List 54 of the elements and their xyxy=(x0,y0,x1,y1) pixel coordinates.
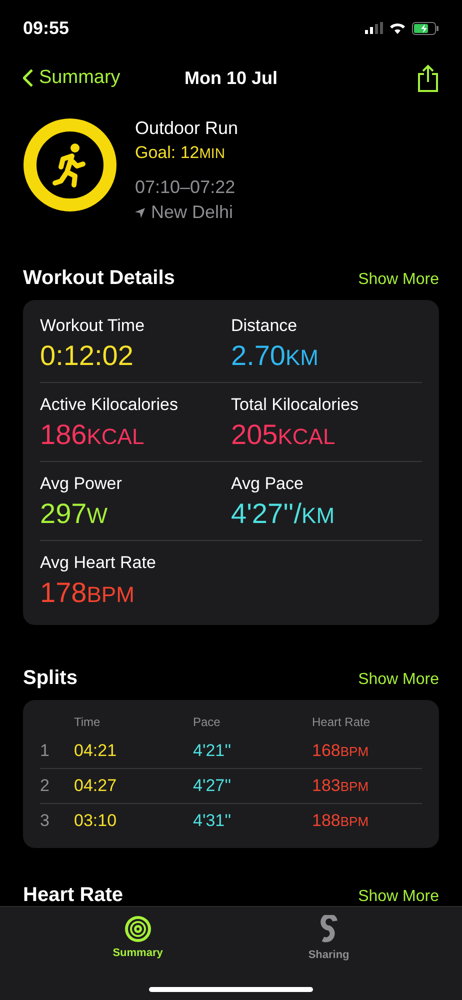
split-time: 03:10 xyxy=(74,811,118,831)
section-title: Heart Rate xyxy=(23,884,124,906)
show-more-link[interactable]: Show More xyxy=(358,671,439,689)
metric-value: 186KCAL xyxy=(40,419,146,451)
split-index: 1 xyxy=(40,741,50,761)
metric-label: Avg Pace xyxy=(231,474,304,494)
section-title: Splits xyxy=(23,667,78,690)
show-more-link[interactable]: Show More xyxy=(358,271,439,289)
metric-label: Total Kilocalories xyxy=(231,395,360,415)
split-heart-rate: 188BPM xyxy=(312,811,370,831)
metric-label: Avg Power xyxy=(40,474,123,494)
workout-goal: Goal: 12MIN xyxy=(135,143,226,163)
column-header: Time xyxy=(74,715,102,729)
metric-value: 178BPM xyxy=(40,577,136,609)
split-pace: 4'21'' xyxy=(193,741,232,761)
runner-ring-icon xyxy=(23,118,117,212)
workout-name: Outdoor Run xyxy=(135,118,238,139)
wifi-icon xyxy=(389,22,406,34)
tab[interactable]: Sharing xyxy=(288,915,370,961)
metric-value: 205KCAL xyxy=(231,419,336,451)
battery-icon xyxy=(412,22,439,34)
metric-label: Active Kilocalories xyxy=(40,395,179,415)
metric-label: Avg Heart Rate xyxy=(40,553,157,573)
location-arrow-icon xyxy=(135,208,145,218)
metric-value: 4'27''/KM xyxy=(231,498,336,530)
section-title: Workout Details xyxy=(23,267,175,290)
split-pace: 4'31'' xyxy=(193,811,232,831)
column-header: Pace xyxy=(193,715,222,729)
share-button[interactable] xyxy=(417,64,439,92)
time-range: 07:10–07:22 xyxy=(135,177,236,198)
tab[interactable]: Summary xyxy=(92,915,183,961)
metric-value: 0:12:02 xyxy=(40,340,134,372)
metric-value: 2.70KM xyxy=(231,340,320,372)
column-header: Heart Rate xyxy=(312,715,372,729)
split-time: 04:21 xyxy=(74,741,118,761)
share-icon xyxy=(417,64,439,92)
chevron-left-icon xyxy=(23,69,33,87)
status-time: 09:55 xyxy=(23,18,70,38)
split-pace: 4'27'' xyxy=(193,776,232,796)
back-button[interactable]: Summary xyxy=(23,67,120,89)
signal-icon xyxy=(365,22,383,34)
split-heart-rate: 183BPM xyxy=(312,776,370,796)
split-index: 2 xyxy=(40,776,50,796)
rings-icon xyxy=(124,915,152,943)
split-time: 04:27 xyxy=(74,776,118,796)
show-more-link[interactable]: Show More xyxy=(358,888,439,906)
metric-label: Workout Time xyxy=(40,316,146,336)
sharing-icon xyxy=(318,915,339,945)
nav-title: Mon 10 Jul xyxy=(184,68,278,88)
metric-label: Distance xyxy=(231,316,298,336)
split-heart-rate: 168BPM xyxy=(312,741,370,761)
location: New Delhi xyxy=(151,202,234,223)
metric-value: 297W xyxy=(40,498,108,530)
split-index: 3 xyxy=(40,811,50,831)
